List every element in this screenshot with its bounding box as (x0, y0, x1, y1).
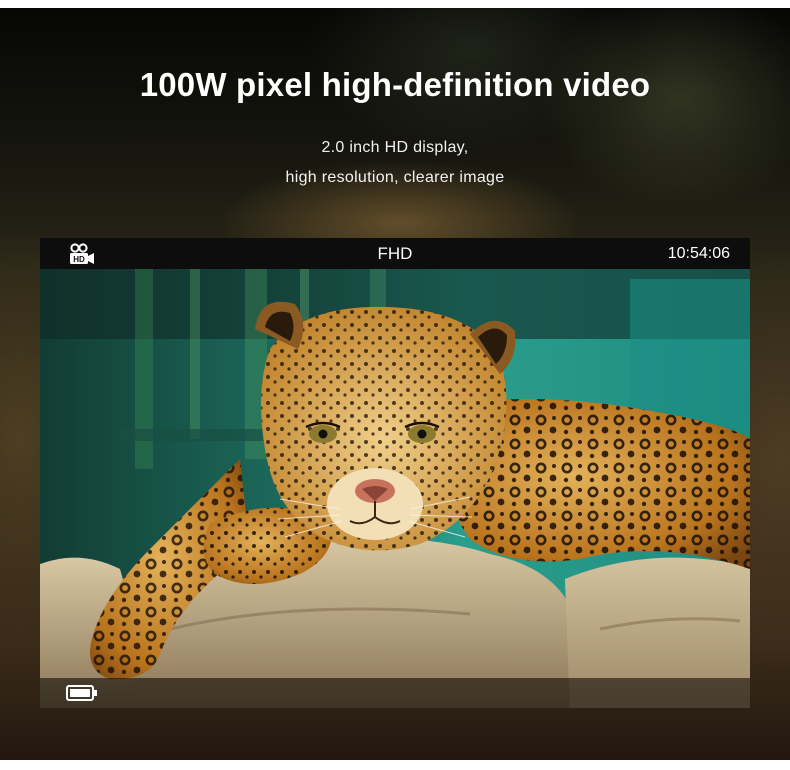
subtitle-line-1: 2.0 inch HD display, (321, 139, 469, 156)
product-banner: 100W pixel high-definition video 2.0 inc… (0, 8, 790, 760)
screen-bottom-bar (40, 678, 750, 708)
jaguar-photo (40, 269, 750, 708)
battery-full-icon (66, 685, 97, 701)
subtitle-line-2: high resolution, clearer image (285, 169, 505, 186)
camera-screen: HD FHD 10:54:06 (40, 238, 750, 708)
screen-status-bar: HD FHD 10:54:06 (40, 238, 750, 269)
clock-readout: 10:54:06 (667, 245, 730, 262)
resolution-mode-label: FHD (377, 244, 413, 263)
headline: 100W pixel high-definition video (139, 66, 651, 103)
